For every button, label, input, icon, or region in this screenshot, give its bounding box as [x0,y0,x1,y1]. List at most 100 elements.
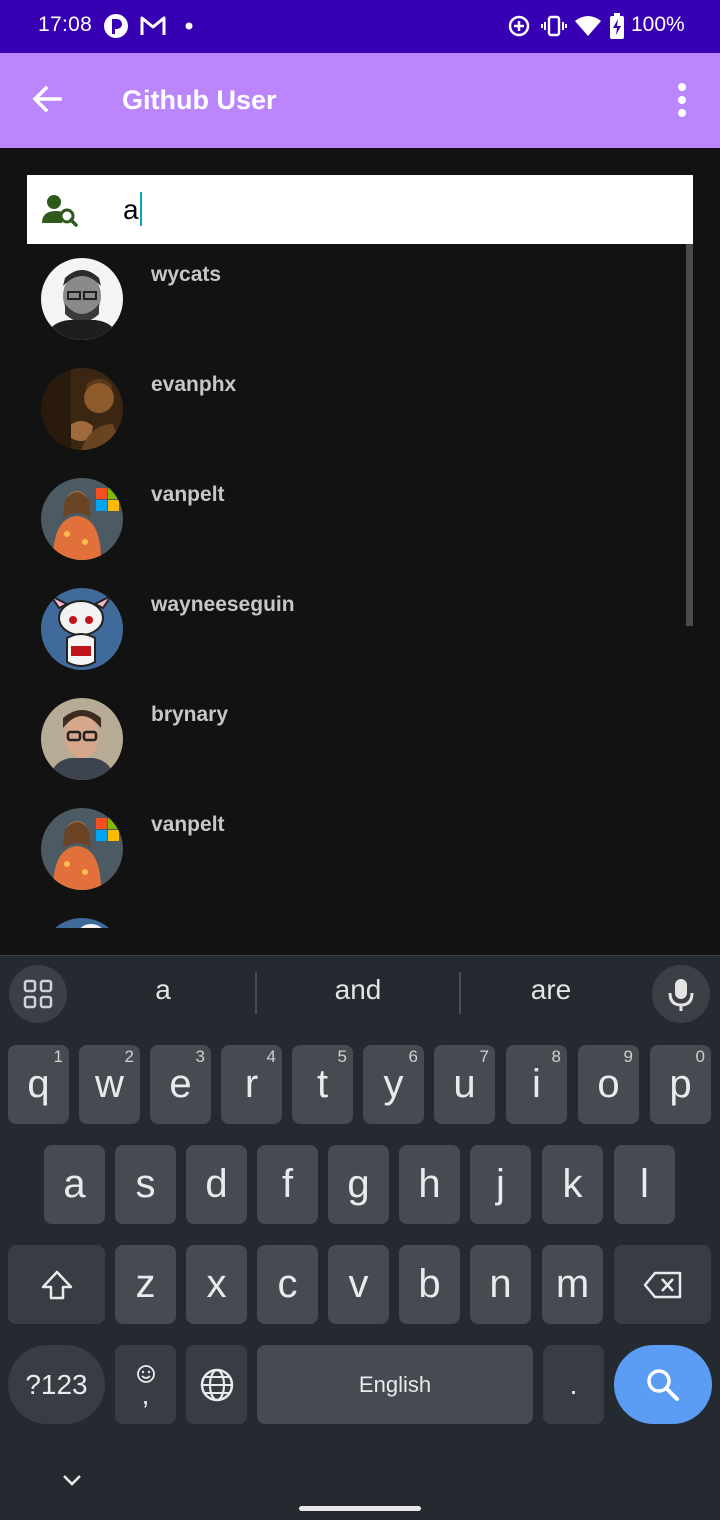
key-z[interactable]: z [115,1245,176,1324]
key-letter: y [383,1062,404,1106]
list-item[interactable]: wycats [0,244,690,354]
username: brynary [151,703,229,726]
microphone-icon[interactable] [652,965,710,1023]
suggestion-divider [255,972,257,1014]
key-u[interactable]: u7 [434,1045,495,1124]
key-b[interactable]: b [399,1245,460,1324]
key-v[interactable]: v [328,1245,389,1324]
key-k[interactable]: k [542,1145,603,1224]
screen: 17:08 100% Github User a wycats evanphx … [0,0,720,1520]
key-y[interactable]: y6 [363,1045,424,1124]
key-f[interactable]: f [257,1145,318,1224]
key-p[interactable]: p0 [650,1045,711,1124]
list-item[interactable]: vanpelt [0,794,690,904]
list-scrollbar[interactable] [686,244,693,626]
suggestion-3[interactable]: are [456,974,646,1006]
avatar [41,698,123,780]
key-hint: 9 [623,1047,633,1066]
list-item[interactable]: vanpelt [0,464,690,574]
backspace-icon [643,1271,681,1298]
shift-icon [41,1270,72,1299]
apps-grid-icon[interactable] [9,965,67,1023]
key-hint: 7 [479,1047,489,1066]
key-w[interactable]: w2 [79,1045,140,1124]
suggestion-strip: a and are [0,956,720,1034]
key-letter: t [316,1062,329,1106]
space-key[interactable]: English [257,1345,533,1424]
key-letter: q [27,1062,50,1106]
notification-app-icon [103,13,129,39]
search-action-key[interactable] [614,1345,712,1424]
search-input[interactable]: a [27,175,693,244]
key-hint: 3 [195,1047,205,1066]
key-o[interactable]: o9 [578,1045,639,1124]
shift-key[interactable] [8,1245,105,1324]
key-hint: 5 [337,1047,347,1066]
page-title: Github User [122,85,277,115]
key-h[interactable]: h [399,1145,460,1224]
key-d[interactable]: d [186,1145,247,1224]
chevron-down-icon[interactable] [58,1466,86,1494]
key-j[interactable]: j [470,1145,531,1224]
key-hint: 4 [266,1047,276,1066]
avatar [41,258,123,340]
language-key[interactable] [186,1345,247,1424]
soft-keyboard: a and are q1 w2 e3 r4 t5 y6 u7 i8 o9 p0 … [0,955,720,1520]
dot-icon [185,13,193,39]
emoji-comma-key[interactable]: , [115,1345,176,1424]
avatar [41,478,123,560]
key-e[interactable]: e3 [150,1045,211,1124]
key-hint: 8 [551,1047,561,1066]
list-item[interactable]: wayneeseguin [0,574,690,684]
vibrate-icon [541,13,567,39]
status-bar: 17:08 100% [0,0,720,53]
key-q[interactable]: q1 [8,1045,69,1124]
avatar [41,368,123,450]
battery-percent: 100% [631,13,685,36]
list-item[interactable]: brynary [0,684,690,794]
backspace-key[interactable] [614,1245,711,1324]
key-letter: p [669,1062,692,1106]
avatar [41,588,123,670]
symbols-key[interactable]: ?123 [8,1345,105,1424]
key-a[interactable]: a [44,1145,105,1224]
key-letter: u [453,1062,476,1106]
key-n[interactable]: n [470,1245,531,1324]
gesture-nav-handle[interactable] [299,1506,421,1511]
status-time: 17:08 [38,13,93,36]
person-search-icon [42,193,78,227]
key-t[interactable]: t5 [292,1045,353,1124]
key-hint: 6 [408,1047,418,1066]
key-letter: i [532,1062,541,1106]
data-saver-icon [507,13,531,39]
key-x[interactable]: x [186,1245,247,1324]
gmail-icon [140,13,166,39]
key-hint: 1 [53,1047,63,1066]
key-s[interactable]: s [115,1145,176,1224]
suggestion-2[interactable]: and [263,974,453,1006]
suggestion-1[interactable]: a [68,974,258,1006]
key-g[interactable]: g [328,1145,389,1224]
key-hint: 2 [124,1047,134,1066]
key-letter: r [244,1062,259,1106]
username: vanpelt [151,483,225,506]
key-m[interactable]: m [542,1245,603,1324]
battery-charging-icon [610,13,624,39]
globe-icon [200,1368,233,1401]
key-l[interactable]: l [614,1145,675,1224]
list-item[interactable]: evanphx [0,354,690,464]
search-query-text: a [123,194,139,225]
list-item[interactable] [0,904,690,928]
key-i[interactable]: i8 [506,1045,567,1124]
user-list: wycats evanphx vanpelt wayneeseguin bryn [0,244,720,928]
more-vert-icon[interactable] [664,79,700,123]
username: wycats [151,263,222,286]
username: evanphx [151,373,237,396]
arrow-back-icon[interactable] [26,79,68,121]
period-key[interactable]: . [543,1345,604,1424]
key-letter: o [597,1062,620,1106]
key-r[interactable]: r4 [221,1045,282,1124]
key-c[interactable]: c [257,1245,318,1324]
username: wayneeseguin [151,593,295,616]
app-bar: Github User [0,53,720,148]
